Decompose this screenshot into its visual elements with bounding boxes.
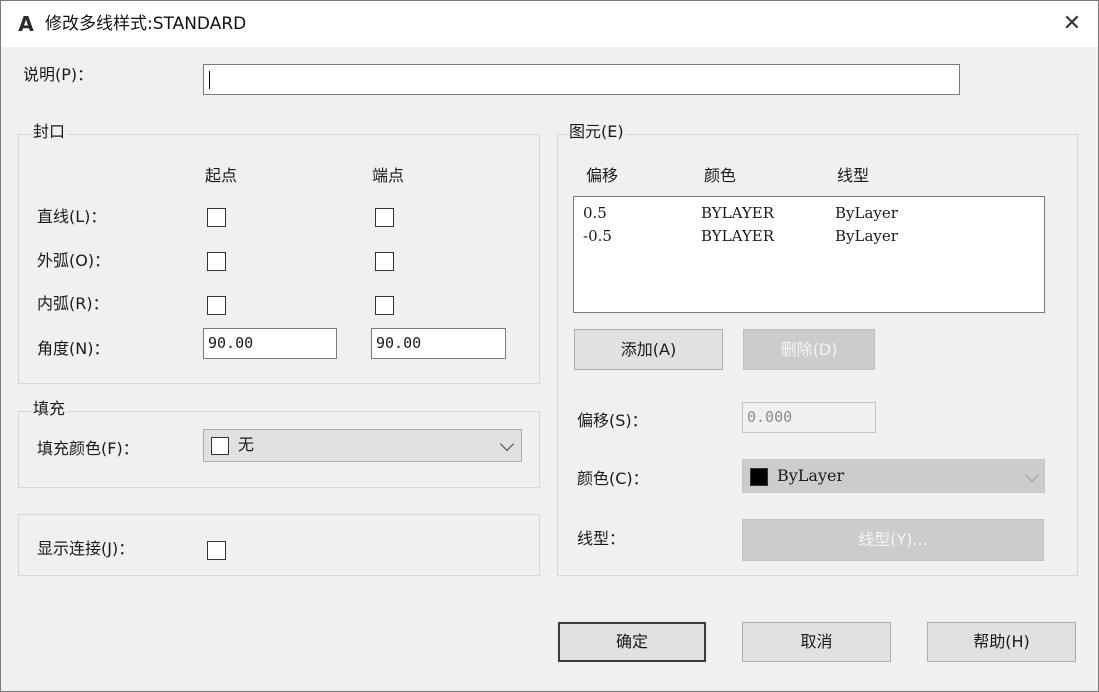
element-linetype: ByLayer: [835, 227, 898, 245]
fill-color-label: 填充颜色(F)：: [37, 439, 139, 458]
color-column-header: 颜色: [704, 166, 737, 185]
line-start-checkbox[interactable]: [207, 208, 226, 227]
element-color-label: 颜色(C)：: [577, 469, 649, 488]
element-offset: 0.5: [583, 204, 607, 222]
offset-label: 偏移(S)：: [577, 411, 648, 430]
list-item[interactable]: 0.5 BYLAYER ByLayer: [574, 201, 1044, 225]
description-input[interactable]: [203, 64, 960, 95]
fill-color-swatch: [211, 437, 229, 455]
element-color: BYLAYER: [701, 227, 774, 245]
element-color-dropdown[interactable]: ByLayer: [742, 459, 1045, 493]
caps-group-label: 封口: [31, 121, 68, 143]
dialog-title: 修改多线样式:STANDARD: [45, 14, 247, 34]
linetype-column-header: 线型: [837, 166, 870, 185]
close-icon[interactable]: ✕: [1056, 9, 1088, 39]
outer-arc-start-checkbox[interactable]: [207, 252, 226, 271]
caps-end-header: 端点: [372, 166, 405, 185]
linetype-button[interactable]: 线型(Y)...: [742, 519, 1044, 561]
ok-button[interactable]: 确定: [558, 622, 706, 662]
show-joints-checkbox[interactable]: [207, 541, 226, 560]
cancel-button[interactable]: 取消: [742, 622, 891, 662]
element-color-swatch: [750, 468, 768, 486]
fill-color-dropdown[interactable]: 无: [203, 429, 522, 462]
fill-color-value: 无: [238, 435, 255, 454]
caps-start-header: 起点: [205, 166, 238, 185]
line-cap-label: 直线(L)：: [37, 207, 107, 226]
line-end-checkbox[interactable]: [375, 208, 394, 227]
inner-arc-label: 内弧(R)：: [37, 294, 109, 313]
elements-list[interactable]: 0.5 BYLAYER ByLayer -0.5 BYLAYER ByLayer: [573, 196, 1045, 313]
fill-group-label: 填充: [31, 398, 68, 420]
element-color-value: ByLayer: [777, 466, 845, 485]
list-item[interactable]: -0.5 BYLAYER ByLayer: [574, 224, 1044, 248]
element-linetype: ByLayer: [835, 204, 898, 222]
description-label: 说明(P)：: [23, 65, 94, 84]
elements-group-label: 图元(E): [567, 121, 626, 143]
chevron-down-icon: [499, 436, 515, 452]
help-button[interactable]: 帮助(H): [927, 622, 1076, 662]
multiline-style-dialog: A 修改多线样式:STANDARD ✕ 说明(P)： 封口 起点 端点 直线(L…: [0, 0, 1099, 692]
autocad-logo-icon: A: [18, 12, 34, 36]
angle-label: 角度(N)：: [37, 339, 110, 358]
offset-input[interactable]: 0.000: [742, 402, 876, 433]
chevron-down-icon: [1024, 467, 1040, 483]
element-offset: -0.5: [583, 227, 612, 245]
angle-end-input[interactable]: 90.00: [371, 328, 506, 359]
offset-column-header: 偏移: [586, 166, 619, 185]
show-joints-label: 显示连接(J)：: [37, 539, 135, 558]
outer-arc-label: 外弧(O)：: [37, 251, 111, 270]
title-bar: A 修改多线样式:STANDARD ✕: [1, 1, 1098, 47]
add-element-button[interactable]: 添加(A): [574, 329, 723, 370]
angle-start-input[interactable]: 90.00: [203, 328, 337, 359]
delete-element-button[interactable]: 删除(D): [743, 329, 875, 370]
outer-arc-end-checkbox[interactable]: [375, 252, 394, 271]
inner-arc-start-checkbox[interactable]: [207, 296, 226, 315]
text-cursor: [209, 70, 210, 89]
linetype-label: 线型：: [577, 529, 626, 548]
inner-arc-end-checkbox[interactable]: [375, 296, 394, 315]
element-color: BYLAYER: [701, 204, 774, 222]
